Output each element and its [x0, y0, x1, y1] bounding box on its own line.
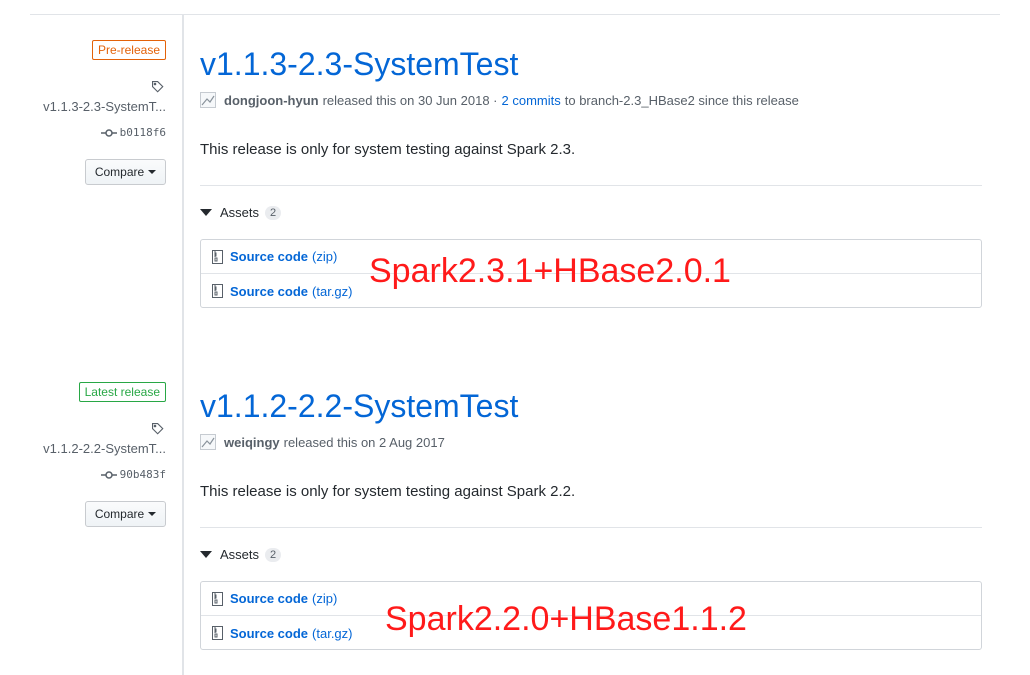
released-text: released this on 2 Aug 2017: [283, 434, 445, 450]
caret-down-icon: [148, 170, 157, 174]
asset-name: Source code: [230, 591, 309, 606]
file-zip-icon: [212, 284, 223, 298]
assets-label: Assets: [220, 205, 260, 220]
file-zip-icon: [212, 249, 223, 264]
file-zip-icon: [212, 591, 223, 606]
release-title[interactable]: v1.1.2-2.2-SystemTest: [200, 386, 518, 426]
compare-button[interactable]: Compare: [85, 501, 166, 527]
version-annotation: Spark2.3.1+HBase2.0.1: [369, 252, 731, 290]
compare-label: Compare: [94, 165, 145, 179]
git-commit-icon: [100, 128, 117, 137]
asset-name: Source code: [230, 249, 309, 264]
release-description: This release is only for system testing …: [200, 141, 576, 158]
asset-name: Source code: [230, 283, 309, 299]
author-link[interactable]: weiqingy: [224, 435, 280, 450]
tag-icon[interactable]: [150, 421, 166, 437]
triangle-down-icon: [200, 551, 212, 558]
release-description: This release is only for system testing …: [200, 483, 576, 500]
assets-count: 2: [265, 205, 282, 220]
git-commit-icon: [100, 470, 117, 479]
commit-link[interactable]: 90b483f: [100, 468, 166, 481]
author-link[interactable]: dongjoon-hyun: [224, 93, 319, 108]
compare-button[interactable]: Compare: [85, 159, 166, 185]
avatar[interactable]: [200, 434, 216, 450]
assets-count: 2: [265, 547, 282, 562]
triangle-down-icon: [200, 209, 212, 216]
latest-release-badge: Latest release: [78, 382, 166, 402]
release-title[interactable]: v1.1.3-2.3-SystemTest: [200, 44, 518, 84]
assets-toggle[interactable]: Assets 2: [200, 547, 282, 562]
release-meta: dongjoon-hyun released this on 30 Jun 20…: [200, 92, 799, 108]
released-text: released this on 30 Jun 2018 ·: [322, 92, 498, 108]
asset-name: Source code: [230, 625, 309, 641]
assets-toggle[interactable]: Assets 2: [200, 205, 282, 220]
assets-label: Assets: [220, 547, 260, 562]
divider: [200, 185, 982, 186]
divider: [200, 527, 982, 528]
release-entry: Pre-release v1.1.3-2.3-SystemT... b0118f…: [0, 0, 1030, 320]
asset-ext: (tar.gz): [312, 625, 353, 641]
pre-release-badge: Pre-release: [91, 40, 166, 60]
file-zip-icon: [212, 626, 223, 640]
branch-text: to branch-2.3_HBase2 since this release: [564, 92, 799, 108]
commit-sha: 90b483f: [119, 468, 166, 481]
asset-ext: (zip): [312, 249, 338, 264]
commits-link[interactable]: 2 commits: [502, 93, 561, 108]
commit-link[interactable]: b0118f6: [100, 126, 166, 139]
compare-label: Compare: [94, 507, 145, 521]
commit-sha: b0118f6: [119, 126, 166, 139]
tag-icon[interactable]: [150, 79, 166, 95]
caret-down-icon: [148, 512, 157, 516]
release-entry: Latest release v1.1.2-2.2-SystemT... 90b…: [0, 342, 1030, 662]
tag-link[interactable]: v1.1.2-2.2-SystemT...: [26, 441, 166, 456]
avatar[interactable]: [200, 92, 216, 108]
tag-link[interactable]: v1.1.3-2.3-SystemT...: [26, 99, 166, 114]
asset-ext: (zip): [312, 591, 338, 606]
asset-ext: (tar.gz): [312, 283, 353, 299]
version-annotation: Spark2.2.0+HBase1.1.2: [385, 600, 747, 638]
release-meta: weiqingy released this on 2 Aug 2017: [200, 434, 445, 450]
